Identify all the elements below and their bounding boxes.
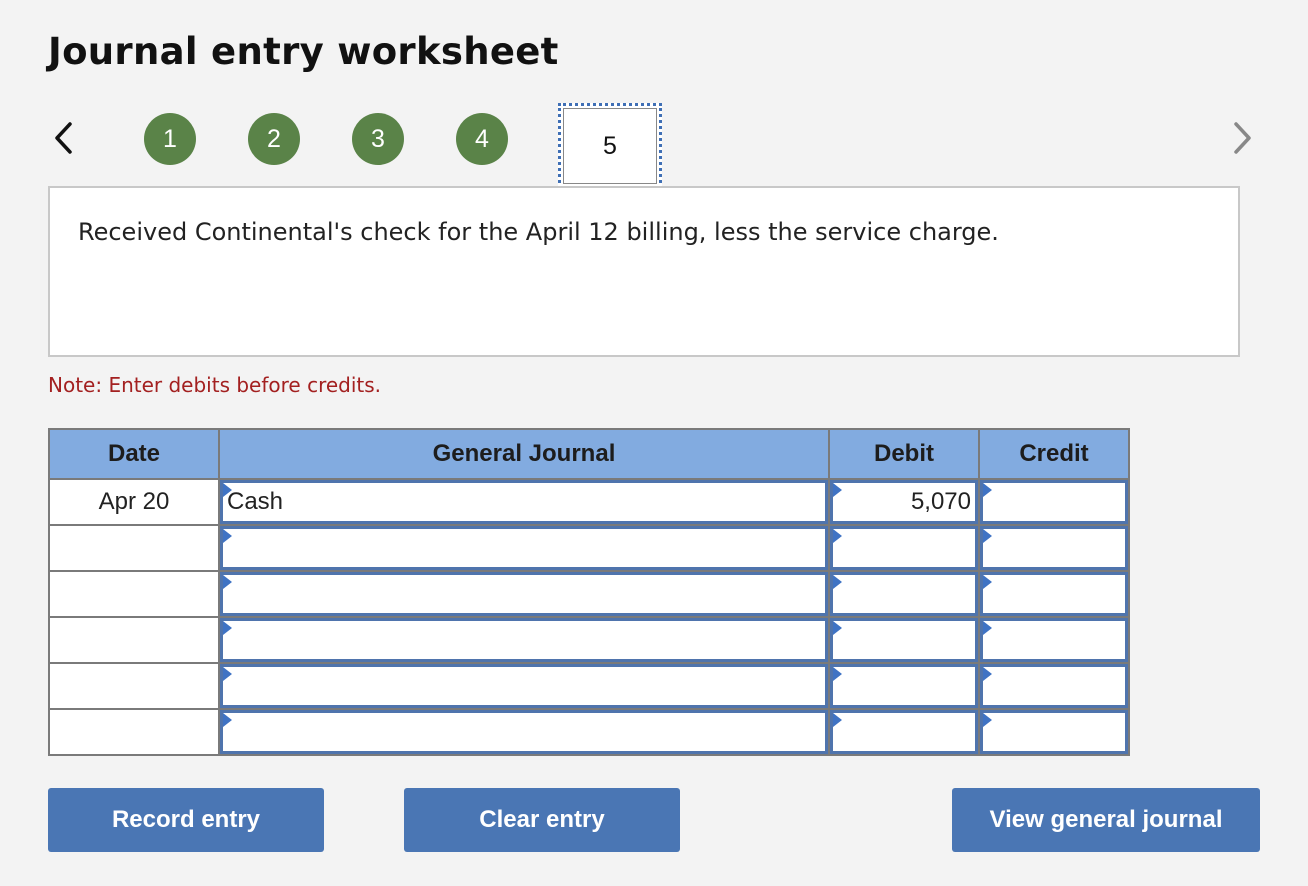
header-general-journal: General Journal [220, 430, 828, 478]
account-input[interactable] [220, 664, 828, 708]
step-4-button[interactable]: 4 [456, 113, 508, 165]
account-input[interactable] [220, 618, 828, 662]
dropdown-indicator-icon [223, 575, 232, 589]
date-cell: Apr 20 [50, 480, 218, 524]
journal-table: Date General Journal Debit Credit Apr 20… [48, 428, 1130, 756]
account-input[interactable]: Cash [220, 480, 828, 524]
clear-entry-button[interactable]: Clear entry [404, 788, 680, 852]
dropdown-indicator-icon [983, 483, 992, 497]
account-input[interactable] [220, 526, 828, 570]
dropdown-indicator-icon [983, 529, 992, 543]
account-input-value: Cash [227, 488, 284, 515]
dropdown-indicator-icon [983, 621, 992, 635]
dropdown-indicator-icon [223, 667, 232, 681]
credit-input[interactable] [980, 480, 1128, 524]
step-1-button[interactable]: 1 [144, 113, 196, 165]
debit-input-value: 5,070 [910, 488, 971, 515]
dropdown-indicator-icon [983, 667, 992, 681]
dropdown-indicator-icon [833, 667, 842, 681]
date-cell [50, 618, 218, 662]
next-button[interactable] [1228, 118, 1258, 158]
date-cell [50, 664, 218, 708]
dropdown-indicator-icon [223, 713, 232, 727]
debit-input[interactable] [830, 664, 978, 708]
debit-input[interactable] [830, 526, 978, 570]
step-2-button[interactable]: 2 [248, 113, 300, 165]
entry-note: Note: Enter debits before credits. [48, 373, 382, 397]
dropdown-indicator-icon [223, 529, 232, 543]
header-debit: Debit [830, 430, 978, 478]
credit-input[interactable] [980, 526, 1128, 570]
page-title: Journal entry worksheet [48, 30, 559, 73]
step-3-button[interactable]: 3 [352, 113, 404, 165]
debit-input[interactable] [830, 618, 978, 662]
debit-input[interactable] [830, 572, 978, 616]
dropdown-indicator-icon [223, 621, 232, 635]
chevron-left-icon [55, 122, 72, 154]
date-cell [50, 710, 218, 754]
header-date: Date [50, 430, 218, 478]
step-5-current[interactable]: 5 [558, 103, 662, 189]
debit-input[interactable]: 5,070 [830, 480, 978, 524]
transaction-description: Received Continental's check for the Apr… [78, 218, 999, 246]
record-entry-button[interactable]: Record entry [48, 788, 324, 852]
dropdown-indicator-icon [833, 575, 842, 589]
dropdown-indicator-icon [833, 713, 842, 727]
dropdown-indicator-icon [833, 529, 842, 543]
account-input[interactable] [220, 572, 828, 616]
date-cell [50, 572, 218, 616]
credit-input[interactable] [980, 710, 1128, 754]
date-cell [50, 526, 218, 570]
previous-button[interactable] [48, 118, 78, 158]
credit-input[interactable] [980, 618, 1128, 662]
account-input[interactable] [220, 710, 828, 754]
dropdown-indicator-icon [983, 575, 992, 589]
debit-input[interactable] [830, 710, 978, 754]
header-credit: Credit [980, 430, 1128, 478]
dropdown-indicator-icon [833, 621, 842, 635]
credit-input[interactable] [980, 572, 1128, 616]
chevron-right-icon [1234, 122, 1251, 154]
dropdown-indicator-icon [833, 483, 842, 497]
transaction-description-box: Received Continental's check for the Apr… [48, 186, 1240, 357]
credit-input[interactable] [980, 664, 1128, 708]
view-general-journal-button[interactable]: View general journal [952, 788, 1260, 852]
dropdown-indicator-icon [983, 713, 992, 727]
